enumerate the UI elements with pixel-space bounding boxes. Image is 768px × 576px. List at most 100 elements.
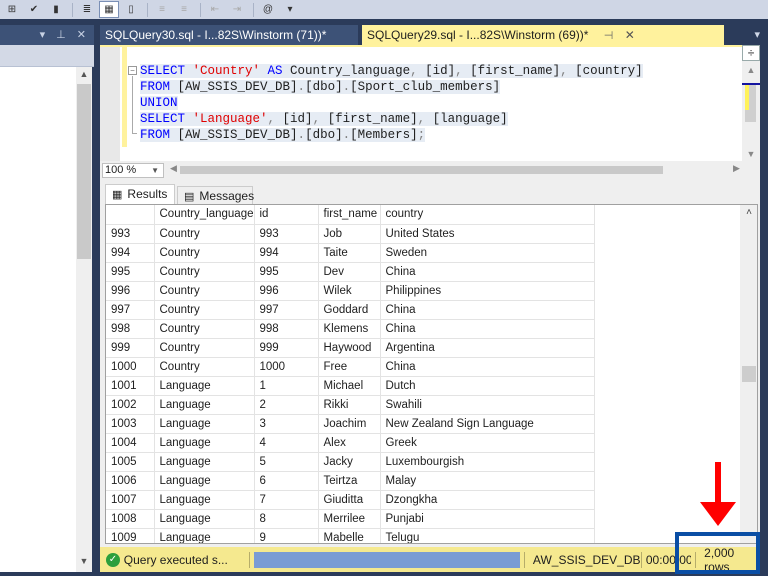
table-cell[interactable]: China (380, 262, 595, 282)
table-cell[interactable]: 1000 (254, 357, 319, 377)
table-cell[interactable]: China (380, 357, 595, 377)
table-cell[interactable]: Wilek (318, 281, 381, 301)
zoom-select[interactable]: 100 % ▼ (102, 163, 164, 178)
comment-icon[interactable]: ≡ (152, 1, 172, 18)
code-text[interactable]: SELECT 'Country' AS Country_language, [i… (140, 63, 643, 143)
pin-icon[interactable]: ⊣ (604, 30, 614, 42)
editor-scrollbar[interactable]: ÷ ▲ ▼ (742, 45, 760, 161)
table-cell[interactable]: Country (154, 262, 255, 282)
table-cell[interactable]: 4 (254, 433, 319, 453)
tab-sqlquery29[interactable]: SQLQuery29.sql - I...82S\Winstorm (69))*… (362, 25, 724, 45)
split-icon[interactable]: ÷ (742, 45, 760, 61)
table-cell[interactable]: Language (154, 433, 255, 453)
table-cell[interactable]: Dev (318, 262, 381, 282)
table-row[interactable]: 1004 Language 4 Alex Greek (106, 433, 595, 453)
table-cell[interactable]: Sweden (380, 243, 595, 263)
table-row[interactable]: 994 Country 994 Taite Sweden (106, 243, 595, 263)
scroll-thumb[interactable] (77, 84, 91, 259)
table-cell[interactable]: Klemens (318, 319, 381, 339)
row-number[interactable]: 1007 (106, 490, 155, 510)
table-cell[interactable]: Jacky (318, 452, 381, 472)
query-options-icon[interactable]: ▮ (46, 1, 66, 18)
table-cell[interactable]: 995 (254, 262, 319, 282)
table-cell[interactable]: 998 (254, 319, 319, 339)
row-number[interactable]: 995 (106, 262, 155, 282)
table-cell[interactable]: Language (154, 414, 255, 434)
code-line[interactable]: SELECT 'Country' AS Country_language, [i… (140, 63, 643, 79)
table-row[interactable]: 1006 Language 6 Teirtza Malay (106, 471, 595, 491)
table-cell[interactable]: Country (154, 319, 255, 339)
table-cell[interactable]: Malay (380, 471, 595, 491)
table-cell[interactable]: Haywood (318, 338, 381, 358)
check-connect-icon[interactable]: ✔ (24, 1, 44, 18)
table-cell[interactable]: Teirtza (318, 471, 381, 491)
decrease-indent-icon[interactable]: ⇤ (205, 1, 225, 18)
scroll-thumb[interactable] (180, 166, 663, 174)
row-number[interactable]: 1006 (106, 471, 155, 491)
code-line[interactable]: SELECT 'Language', [id], [first_name], [… (140, 111, 643, 127)
code-line[interactable]: UNION (140, 95, 643, 111)
column-header[interactable]: first_name (318, 205, 381, 225)
table-cell[interactable]: Dzongkha (380, 490, 595, 510)
table-row[interactable]: 1002 Language 2 Rikki Swahili (106, 395, 595, 415)
table-cell[interactable]: Country (154, 281, 255, 301)
grid-scrollbar[interactable]: ˄ (740, 205, 757, 543)
table-cell[interactable]: 9 (254, 528, 319, 543)
table-cell[interactable]: Country (154, 338, 255, 358)
table-cell[interactable]: Telugu (380, 528, 595, 543)
column-header[interactable]: Country_language (154, 205, 255, 225)
table-cell[interactable]: China (380, 319, 595, 339)
table-cell[interactable]: Joachim (318, 414, 381, 434)
table-cell[interactable]: 8 (254, 509, 319, 529)
table-cell[interactable]: Country (154, 300, 255, 320)
scroll-up-icon[interactable]: ▲ (76, 69, 92, 83)
row-number[interactable]: 1008 (106, 509, 155, 529)
table-cell[interactable]: Language (154, 471, 255, 491)
row-number[interactable]: 994 (106, 243, 155, 263)
code-line[interactable]: FROM [AW_SSIS_DEV_DB].[dbo].[Sport_club_… (140, 79, 643, 95)
results-to-file-icon[interactable]: ▯ (121, 1, 141, 18)
column-header[interactable]: id (254, 205, 319, 225)
left-panel-scrollbar[interactable]: ▲ ▼ (76, 67, 92, 572)
table-row[interactable]: 996 Country 996 Wilek Philippines (106, 281, 595, 301)
table-cell[interactable]: Language (154, 509, 255, 529)
left-panel-controls[interactable]: ▾ ⊥ ✕ (40, 28, 90, 41)
row-number[interactable]: 993 (106, 224, 155, 244)
table-row[interactable]: 1000 Country 1000 Free China (106, 357, 595, 377)
row-number[interactable]: 999 (106, 338, 155, 358)
results-grid[interactable]: Country_language id first_name country 993 C… (105, 204, 758, 544)
table-cell[interactable]: 6 (254, 471, 319, 491)
collapse-icon[interactable]: − (128, 66, 137, 75)
row-number[interactable]: 1000 (106, 357, 155, 377)
table-cell[interactable]: Argentina (380, 338, 595, 358)
tab-overflow-icon[interactable]: ▾ (754, 28, 760, 41)
table-cell[interactable]: Philippines (380, 281, 595, 301)
table-cell[interactable]: 999 (254, 338, 319, 358)
increase-indent-icon[interactable]: ⇥ (227, 1, 247, 18)
table-row[interactable]: 1009 Language 9 Mabelle Telugu (106, 528, 595, 543)
table-cell[interactable]: Job (318, 224, 381, 244)
table-cell[interactable]: United States (380, 224, 595, 244)
uncomment-icon[interactable]: ≡ (174, 1, 194, 18)
chevron-up-icon[interactable]: ˄ (740, 207, 757, 218)
table-row[interactable]: 1008 Language 8 Merrilee Punjabi (106, 509, 595, 529)
close-icon[interactable]: ✕ (625, 28, 635, 42)
table-cell[interactable]: New Zealand Sign Language (380, 414, 595, 434)
scroll-thumb[interactable] (742, 366, 756, 382)
sql-editor[interactable]: − SELECT 'Country' AS Country_language, … (100, 45, 760, 161)
table-row[interactable]: 999 Country 999 Haywood Argentina (106, 338, 595, 358)
table-cell[interactable]: Swahili (380, 395, 595, 415)
table-cell[interactable]: Country (154, 357, 255, 377)
table-cell[interactable]: Country (154, 224, 255, 244)
table-cell[interactable]: Giuditta (318, 490, 381, 510)
table-row[interactable]: 1001 Language 1 Michael Dutch (106, 376, 595, 396)
row-number[interactable]: 998 (106, 319, 155, 339)
table-row[interactable]: 1005 Language 5 Jacky Luxembourgish (106, 452, 595, 472)
table-cell[interactable]: Punjabi (380, 509, 595, 529)
table-cell[interactable]: 996 (254, 281, 319, 301)
row-number[interactable]: 1001 (106, 376, 155, 396)
table-cell[interactable]: Luxembourgish (380, 452, 595, 472)
table-row[interactable]: 998 Country 998 Klemens China (106, 319, 595, 339)
table-cell[interactable]: 2 (254, 395, 319, 415)
table-cell[interactable]: Language (154, 490, 255, 510)
